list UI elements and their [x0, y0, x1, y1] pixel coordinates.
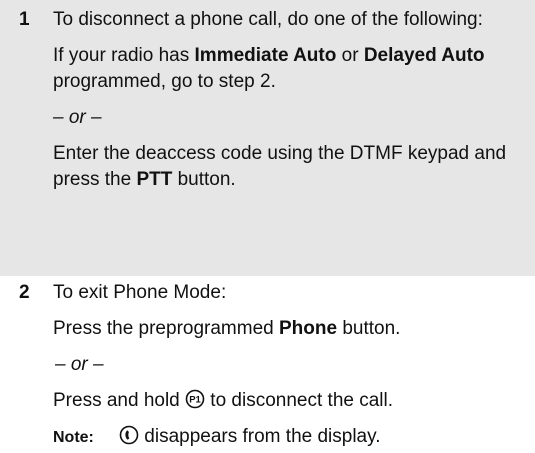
step-option-a: If your radio has Immediate Auto or Dela…: [53, 43, 527, 95]
option-text: button.: [337, 318, 401, 339]
instruction-page: 1 To disconnect a phone call, do one of …: [0, 0, 535, 447]
step-intro: To disconnect a phone call, do one of th…: [53, 9, 483, 30]
option-emphasis: Immediate Auto: [194, 45, 337, 66]
step-number: 2: [19, 282, 30, 303]
phone-mode-indicator-icon: [119, 425, 139, 445]
step-1: 1 To disconnect a phone call, do one of …: [0, 0, 535, 276]
note: Note: disappears from the display.: [53, 424, 527, 450]
option-emphasis: PTT: [136, 169, 173, 190]
option-emphasis: Phone: [279, 318, 338, 339]
or-separator: – or –: [53, 107, 102, 128]
option-text: If your radio has: [53, 45, 195, 66]
option-text: to disconnect the call.: [205, 390, 394, 411]
option-text: Enter the deaccess code using the DTMF k…: [53, 143, 507, 190]
step-2: 2 To exit Phone Mode: Press the preprogr…: [0, 276, 535, 450]
option-emphasis: Delayed Auto: [363, 45, 485, 66]
p1-button-icon: P1: [185, 389, 205, 409]
option-text: programmed, go to step 2.: [53, 71, 276, 92]
option-text: or: [336, 45, 364, 66]
option-text: Press and hold: [53, 390, 186, 411]
step-option-b: Enter the deaccess code using the DTMF k…: [53, 141, 527, 193]
note-text: disappears from the display.: [119, 424, 381, 450]
step-intro: To exit Phone Mode:: [53, 282, 227, 303]
step-option-a: Press the preprogrammed Phone button.: [53, 316, 527, 342]
note-label: Note:: [53, 429, 94, 446]
option-text: button.: [172, 169, 236, 190]
or-separator: – or –: [55, 354, 104, 375]
step-option-b: Press and hold P1 to disconnect the call…: [53, 388, 527, 414]
note-body: disappears from the display.: [139, 426, 381, 447]
svg-text:P1: P1: [189, 395, 201, 406]
option-text: Press the preprogrammed: [53, 318, 279, 339]
step-number: 1: [19, 9, 30, 30]
